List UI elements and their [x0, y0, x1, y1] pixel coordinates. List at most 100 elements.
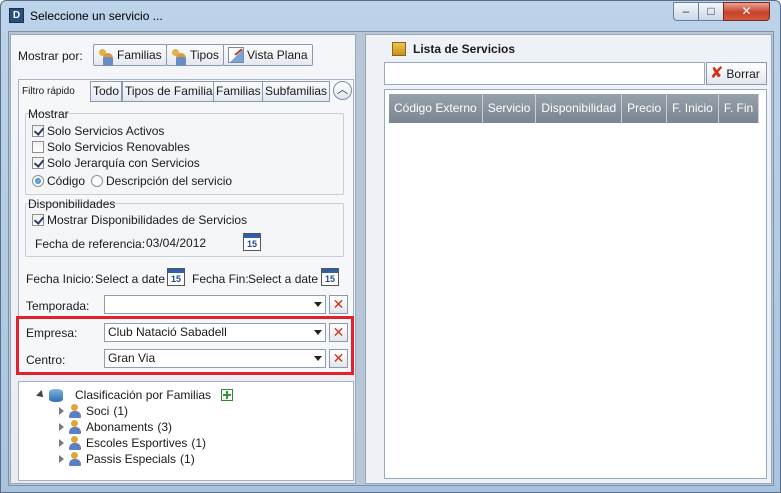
- calendar-icon[interactable]: 15: [243, 233, 261, 251]
- services-grid: Código Externo Servicio Disponibilidad P…: [384, 89, 767, 479]
- centro-select[interactable]: Gran Via: [104, 349, 326, 368]
- centro-label: Centro:: [26, 353, 66, 367]
- calendar-icon[interactable]: 15: [321, 268, 339, 286]
- expand-arrow-icon[interactable]: [59, 423, 64, 431]
- tree-root[interactable]: Clasificación por Familias: [36, 388, 234, 402]
- mostrar-disponibilidades-label: Mostrar Disponibilidades de Servicios: [47, 213, 248, 227]
- expand-arrow-icon[interactable]: [36, 390, 46, 400]
- vista-plana-button[interactable]: Vista Plana: [223, 44, 313, 66]
- mostrar-por-label: Mostrar por:: [18, 49, 83, 63]
- familias-view-label: Familias: [117, 48, 162, 62]
- dropdown-arrow-icon: [314, 356, 322, 361]
- tab-familias[interactable]: Familias: [213, 81, 264, 102]
- column-header-codigo-externo[interactable]: Código Externo: [389, 94, 483, 123]
- fecha-fin-input[interactable]: Select a date: [248, 272, 318, 286]
- fecha-fin-label: Fecha Fin:: [192, 272, 249, 286]
- solo-activos-label: Solo Servicios Activos: [47, 124, 165, 138]
- empresa-select[interactable]: Club Natació Sabadell: [104, 323, 326, 342]
- expand-arrow-icon[interactable]: [59, 407, 64, 415]
- codigo-radio[interactable]: Código: [32, 174, 85, 188]
- column-header-disponibilidad[interactable]: Disponibilidad: [536, 94, 623, 123]
- tree-item[interactable]: Escoles Esportives (1): [59, 436, 206, 450]
- solo-jerarquia-checkbox[interactable]: Solo Jerarquía con Servicios: [32, 156, 200, 170]
- quick-filter-caption: Filtro rápido: [22, 86, 75, 97]
- tipos-view-label: Tipos: [190, 48, 219, 62]
- familias-view-button[interactable]: Familias: [93, 44, 167, 66]
- radio-selected[interactable]: [32, 175, 44, 187]
- clear-centro-button[interactable]: ✕: [329, 349, 348, 368]
- solo-renovables-label: Solo Servicios Renovables: [47, 140, 190, 154]
- solo-renovables-checkbox[interactable]: Solo Servicios Renovables: [32, 140, 190, 154]
- tipos-view-button[interactable]: Tipos: [166, 44, 224, 66]
- borrar-label: Borrar: [726, 66, 760, 81]
- close-icon: ✕: [332, 324, 345, 340]
- checkbox-checked[interactable]: [32, 214, 44, 226]
- person-icon: [68, 420, 82, 434]
- panel-splitter[interactable]: [358, 34, 364, 484]
- tree-item[interactable]: Passis Especials (1): [59, 452, 195, 466]
- tree-item[interactable]: Abonaments (3): [59, 420, 172, 434]
- solo-activos-checkbox[interactable]: Solo Servicios Activos: [32, 124, 164, 138]
- tree-item-count: (1): [191, 436, 207, 450]
- tab-tipos-de-familia[interactable]: Tipos de Familia: [122, 81, 216, 102]
- codigo-label: Código: [47, 174, 86, 188]
- tab-subfamilias[interactable]: Subfamilias: [262, 81, 331, 102]
- search-input[interactable]: [384, 62, 705, 85]
- clear-empresa-button[interactable]: ✕: [329, 323, 348, 342]
- tree-item-count: (1): [180, 452, 195, 466]
- add-icon[interactable]: [221, 389, 234, 401]
- app-icon: D: [9, 8, 24, 23]
- fecha-referencia-input[interactable]: 03/04/2012: [146, 236, 206, 250]
- services-panel: Lista de Servicios ✘ Borrar Código Exter…: [365, 34, 772, 484]
- empresa-value: Club Natació Sabadell: [108, 325, 227, 339]
- dropdown-arrow-icon: [314, 302, 322, 307]
- column-header-fecha-inicio[interactable]: F. Inicio: [667, 94, 719, 123]
- fecha-inicio-input[interactable]: Select a date: [95, 272, 165, 286]
- descripcion-radio[interactable]: Descripción del servicio: [91, 174, 232, 188]
- filter-panel: Mostrar por: Familias Tipos Vista Plana …: [10, 34, 356, 484]
- maximize-button[interactable]: □: [698, 2, 724, 21]
- column-header-servicio[interactable]: Servicio: [483, 94, 537, 123]
- tree-item-count: (3): [157, 420, 173, 434]
- column-header-precio[interactable]: Precio: [622, 94, 668, 123]
- temporada-label: Temporada:: [26, 299, 90, 313]
- tab-todo[interactable]: Todo: [90, 81, 123, 102]
- checkbox-unchecked[interactable]: [32, 141, 44, 153]
- people-icon: [171, 47, 187, 66]
- expand-arrow-icon[interactable]: [59, 455, 64, 463]
- person-icon: [68, 452, 82, 466]
- close-button[interactable]: ✕: [723, 2, 770, 21]
- family-tree: Clasificación por Familias Soci (1) Abon…: [18, 381, 354, 481]
- checkbox-checked[interactable]: [32, 157, 44, 169]
- person-icon: [68, 404, 82, 418]
- tree-item-label: Soci: [86, 404, 110, 418]
- fecha-inicio-label: Fecha Inicio:: [26, 272, 95, 286]
- disponibilidades-legend: Disponibilidades: [28, 197, 116, 211]
- tree-item-label: Passis Especials: [86, 452, 177, 466]
- title-bar[interactable]: D Seleccione un servicio ... – □ ✕: [1, 1, 780, 31]
- clear-temporada-button[interactable]: ✕: [329, 295, 348, 314]
- collapse-button[interactable]: ︿: [333, 81, 352, 100]
- window-title: Seleccione un servicio ...: [30, 9, 163, 23]
- borrar-button[interactable]: ✘ Borrar: [706, 62, 767, 85]
- temporada-select[interactable]: [104, 295, 326, 314]
- calendar-icon[interactable]: 15: [167, 268, 185, 286]
- edit-list-icon: [228, 47, 244, 63]
- tree-item[interactable]: Soci (1): [59, 404, 128, 418]
- dialog-window: D Seleccione un servicio ... – □ ✕ Mostr…: [0, 0, 781, 493]
- mostrar-legend: Mostrar: [28, 107, 69, 121]
- checkbox-checked[interactable]: [32, 125, 44, 137]
- centro-value: Gran Via: [108, 351, 156, 365]
- expand-arrow-icon[interactable]: [59, 439, 64, 447]
- minimize-button[interactable]: –: [673, 2, 699, 21]
- fecha-referencia-label: Fecha de referencia:: [35, 237, 146, 251]
- close-icon: ✕: [332, 350, 345, 366]
- person-icon: [68, 436, 82, 450]
- vista-plana-label: Vista Plana: [247, 48, 308, 62]
- mostrar-disponibilidades-checkbox[interactable]: Mostrar Disponibilidades de Servicios: [32, 213, 247, 227]
- column-header-fecha-fin[interactable]: F. Fin: [719, 94, 760, 123]
- tree-item-count: (1): [113, 404, 129, 418]
- tree-item-label: Abonaments: [86, 420, 154, 434]
- database-icon: [49, 388, 63, 402]
- radio-unselected[interactable]: [91, 175, 103, 187]
